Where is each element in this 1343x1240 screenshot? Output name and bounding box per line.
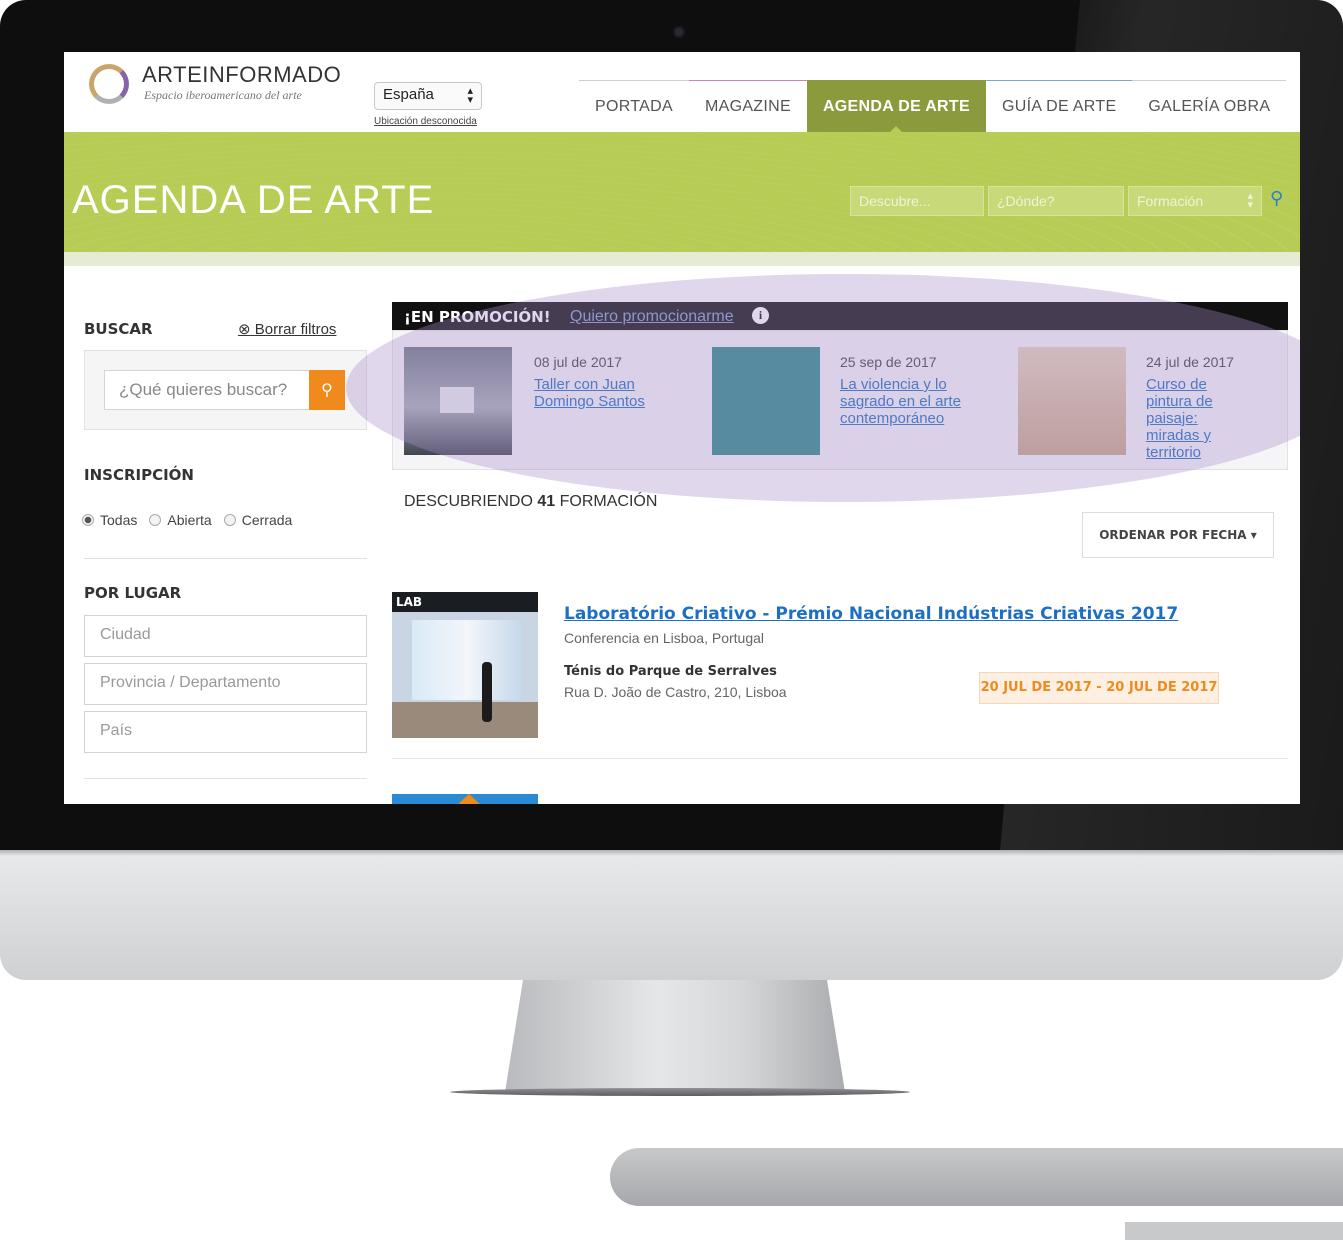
event-date-badge: 20 JUL DE 2017 - 20 JUL DE 2017	[979, 672, 1219, 704]
event-title-link[interactable]: Laboratório Criativo - Prémio Nacional I…	[564, 604, 1178, 624]
search-heading: BUSCAR	[84, 320, 153, 338]
page-content: BUSCAR ⊗ Borrar filtros ¿Qué quieres bus…	[64, 52, 1300, 804]
search-button[interactable]: ⚲	[309, 370, 345, 410]
radio-label-cerrada: Cerrada	[241, 512, 293, 528]
city-input[interactable]: Ciudad	[84, 615, 367, 657]
event-address: Rua D. João de Castro, 210, Lisboa	[564, 684, 787, 700]
search-input[interactable]: ¿Qué quieres buscar?	[104, 370, 309, 410]
caret-down-icon: ▾	[1250, 528, 1257, 542]
sidebar-divider	[84, 558, 367, 559]
radio-abierta[interactable]	[149, 514, 162, 526]
radio-label-abierta: Abierta	[167, 512, 212, 528]
keyboard-edge	[610, 1148, 1343, 1206]
radio-cerrada[interactable]	[223, 514, 236, 526]
monitor-stand	[505, 980, 845, 1092]
search-icon: ⚲	[321, 380, 333, 399]
province-input[interactable]: Provincia / Departamento	[84, 663, 367, 705]
place-heading: POR LUGAR	[84, 584, 182, 602]
monitor-stand-base	[450, 1088, 910, 1096]
next-event-image[interactable]	[392, 794, 538, 804]
country-input[interactable]: País	[84, 711, 367, 753]
radio-todas[interactable]	[82, 514, 94, 526]
event-subtitle: Conferencia en Lisboa, Portugal	[564, 630, 765, 646]
clear-filters-label: Borrar filtros	[254, 321, 337, 338]
keyboard-edge-lower	[1125, 1222, 1343, 1240]
monitor-chin-shadow	[0, 850, 1343, 856]
results-count: DESCUBRIENDO 41 FORMACIÓN	[404, 493, 657, 511]
clear-filters-link[interactable]: ⊗ Borrar filtros	[238, 320, 336, 338]
results-prefix: DESCUBRIENDO	[404, 493, 533, 510]
sort-by-date-button[interactable]: ORDENAR POR FECHA ▾	[1082, 512, 1274, 558]
event-image-glow	[412, 620, 522, 700]
sort-label: ORDENAR POR FECHA	[1099, 528, 1247, 542]
inscription-radio-group: Todas Abierta Cerrada	[82, 512, 292, 528]
sidebar-divider	[84, 778, 367, 779]
event-image-person	[482, 662, 492, 722]
results-suffix: FORMACIÓN	[559, 493, 658, 510]
monitor-chin	[0, 850, 1343, 980]
event-venue: Ténis do Parque de Serralves	[564, 664, 777, 679]
clear-circle-icon: ⊗	[238, 321, 251, 338]
promo-highlight-overlay	[346, 274, 1300, 502]
inscription-heading: INSCRIPCIÓN	[84, 466, 194, 484]
event-image[interactable]: LAB	[392, 592, 538, 738]
camera-icon	[673, 26, 685, 38]
event-image-label: LAB	[396, 595, 423, 609]
results-number: 41	[537, 493, 556, 510]
radio-label-todas: Todas	[100, 512, 138, 528]
event-divider	[392, 758, 1288, 759]
